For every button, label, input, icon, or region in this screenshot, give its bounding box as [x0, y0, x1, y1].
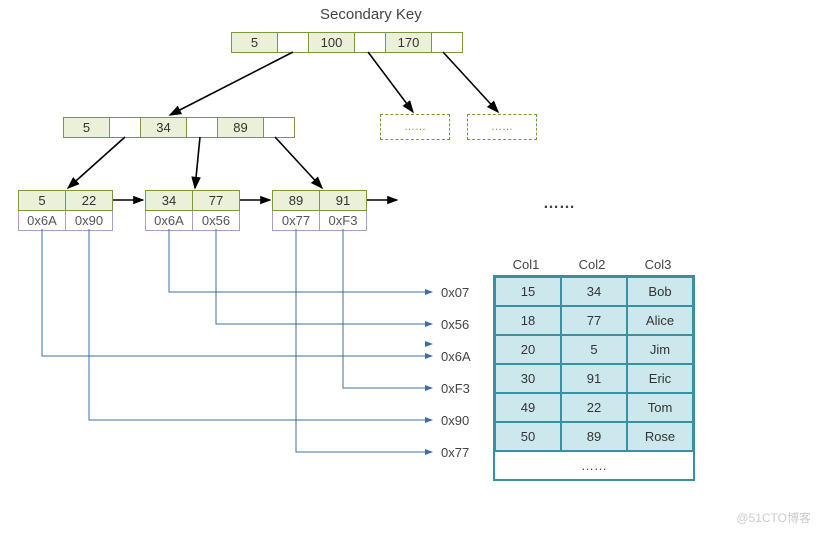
table-row: 18 77 Alice	[495, 306, 693, 335]
table-cell: 5	[561, 335, 627, 364]
table-cell: 91	[561, 364, 627, 393]
table-cell: Rose	[627, 422, 693, 451]
table-row: 50 89 Rose	[495, 422, 693, 451]
table-row: 49 22 Tom	[495, 393, 693, 422]
root-cell-blank	[355, 33, 386, 52]
leaf-ptr: 0xF3	[320, 211, 367, 231]
watermark: @51CTO博客	[736, 509, 811, 526]
leaf-key: 89	[272, 190, 320, 211]
table-cell: 34	[561, 277, 627, 306]
data-table-header: Col1 Col2 Col3	[493, 253, 691, 276]
mid-cell: 5	[64, 118, 110, 137]
table-cell: 77	[561, 306, 627, 335]
row-address: 0x07	[441, 285, 469, 300]
leaf-ptr: 0x90	[66, 211, 113, 231]
btree-root-node: 5 100 170	[231, 32, 463, 53]
btree-leaf-node: 34 77 0x6A 0x56	[145, 190, 240, 231]
leaf-key: 5	[18, 190, 66, 211]
table-row: 15 34 Bob	[495, 277, 693, 306]
mid-cell-blank	[110, 118, 141, 137]
table-row: 30 91 Eric	[495, 364, 693, 393]
leaf-key: 91	[320, 190, 367, 211]
data-table: 15 34 Bob 18 77 Alice 20 5 Jim 30 91 Eri…	[493, 275, 695, 481]
table-footer: ……	[495, 451, 693, 479]
table-cell: 49	[495, 393, 561, 422]
row-address: 0x6A	[441, 349, 471, 364]
table-cell: 20	[495, 335, 561, 364]
table-cell: 50	[495, 422, 561, 451]
table-cell: Jim	[627, 335, 693, 364]
mid-cell-blank	[264, 118, 294, 137]
col-header: Col1	[493, 253, 559, 276]
table-cell: 18	[495, 306, 561, 335]
row-address: 0x56	[441, 317, 469, 332]
leaf-key: 22	[66, 190, 113, 211]
mid-cell-blank	[187, 118, 218, 137]
root-cell: 100	[309, 33, 355, 52]
btree-placeholder-node: ……	[380, 114, 450, 140]
leaf-key: 34	[145, 190, 193, 211]
root-cell: 170	[386, 33, 432, 52]
table-cell: Bob	[627, 277, 693, 306]
table-cell: Alice	[627, 306, 693, 335]
row-address: 0x77	[441, 445, 469, 460]
leaf-ptr: 0x77	[272, 211, 320, 231]
table-cell: 30	[495, 364, 561, 393]
mid-cell: 89	[218, 118, 264, 137]
btree-leaf-node: 5 22 0x6A 0x90	[18, 190, 113, 231]
table-row: 20 5 Jim	[495, 335, 693, 364]
leaf-ptr: 0x6A	[145, 211, 193, 231]
table-cell: Eric	[627, 364, 693, 393]
row-address: 0xF3	[441, 381, 470, 396]
diagram-title: Secondary Key	[320, 6, 422, 23]
root-cell-blank	[278, 33, 309, 52]
mid-cell: 34	[141, 118, 187, 137]
leaf-ptr: 0x56	[193, 211, 240, 231]
btree-internal-node: 5 34 89	[63, 117, 295, 138]
table-cell: 22	[561, 393, 627, 422]
table-cell: 89	[561, 422, 627, 451]
row-address: 0x90	[441, 413, 469, 428]
col-header: Col3	[625, 253, 691, 276]
leaf-ellipsis: ……	[543, 195, 575, 213]
table-cell: Tom	[627, 393, 693, 422]
connector-lines	[0, 0, 819, 534]
root-cell-blank	[432, 33, 462, 52]
root-cell: 5	[232, 33, 278, 52]
btree-placeholder-node: ……	[467, 114, 537, 140]
leaf-key: 77	[193, 190, 240, 211]
leaf-ptr: 0x6A	[18, 211, 66, 231]
col-header: Col2	[559, 253, 625, 276]
btree-leaf-node: 89 91 0x77 0xF3	[272, 190, 367, 231]
table-cell: 15	[495, 277, 561, 306]
